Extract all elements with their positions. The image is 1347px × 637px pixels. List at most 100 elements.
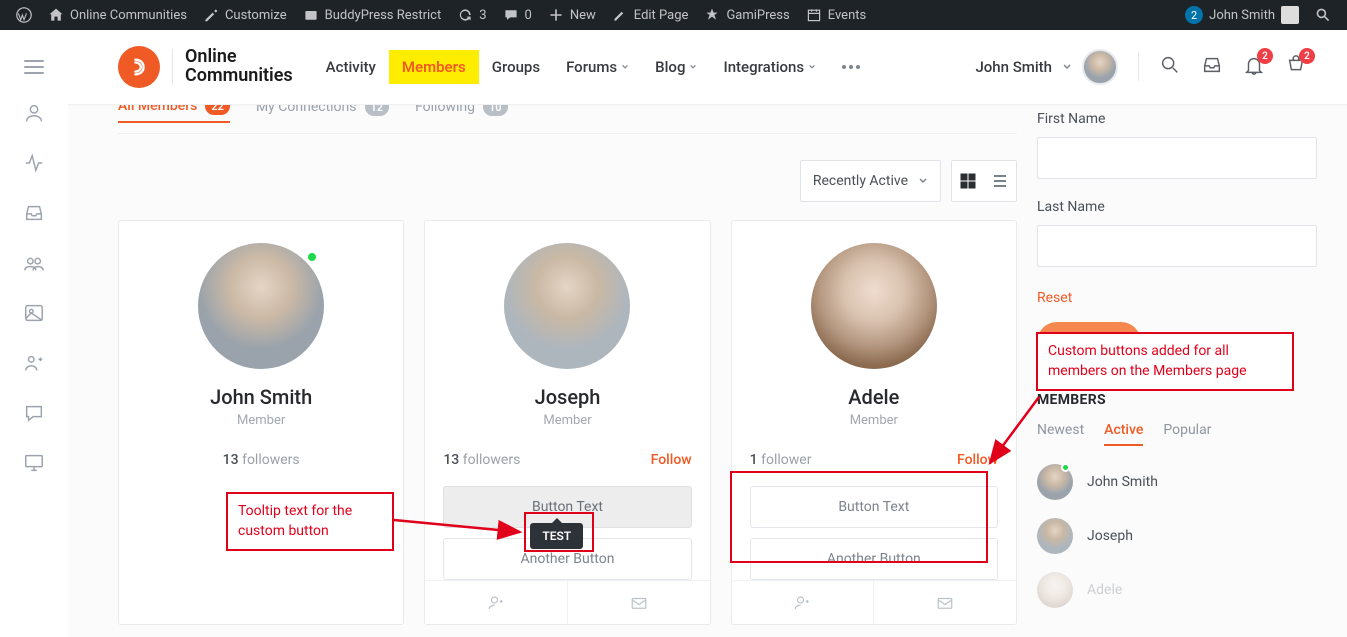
connections-icon[interactable] [23, 352, 45, 374]
wp-logo[interactable] [8, 0, 40, 30]
online-status-icon [1061, 463, 1070, 472]
card-footer [425, 580, 709, 624]
widget-member-name: John Smith [1087, 474, 1158, 490]
search-button[interactable] [1159, 54, 1181, 80]
widget-member-row[interactable]: Joseph [1037, 518, 1317, 554]
list-view-button[interactable] [984, 160, 1016, 202]
nav-activity[interactable]: Activity [313, 50, 389, 84]
chevron-down-icon [1062, 62, 1072, 72]
admin-search[interactable] [1307, 0, 1339, 30]
widget-tab-active[interactable]: Active [1104, 422, 1143, 446]
admin-user-menu[interactable]: 2 John Smith [1177, 0, 1307, 30]
widget-member-avatar [1037, 464, 1073, 500]
last-name-input[interactable] [1037, 225, 1317, 267]
member-avatar[interactable] [811, 243, 937, 369]
wp-admin-bar: Online Communities Customize BuddyPress … [0, 0, 1347, 30]
header-avatar [1082, 49, 1118, 85]
message-button[interactable] [567, 581, 710, 624]
activity-icon[interactable] [23, 152, 45, 174]
widget-member-row[interactable]: Adele [1037, 572, 1317, 608]
view-toggle [951, 160, 1017, 202]
button-tooltip: TEST [530, 523, 583, 549]
admin-bar-left: Online Communities Customize BuddyPress … [8, 0, 874, 30]
display-icon[interactable] [23, 452, 45, 474]
groups-icon[interactable] [23, 252, 45, 274]
custom-button-1[interactable]: Button Text [750, 486, 998, 528]
edit-page-link[interactable]: Edit Page [604, 0, 697, 30]
tab-my-connections[interactable]: My Connections12 [256, 105, 389, 122]
grid-view-button[interactable] [952, 160, 984, 202]
card-footer [732, 580, 1016, 624]
widget-tab-newest[interactable]: Newest [1037, 422, 1084, 446]
add-friend-button[interactable] [732, 581, 874, 624]
nav-more[interactable] [829, 57, 873, 77]
custom-buttons: Button Text Another Button [750, 486, 998, 580]
inbox-icon[interactable] [23, 202, 45, 224]
custom-button-2[interactable]: Another Button [750, 538, 998, 580]
widget-member-name: Joseph [1087, 528, 1133, 544]
admin-avatar [1281, 6, 1299, 24]
header-right: John Smith 2 2 [975, 49, 1307, 85]
member-name[interactable]: John Smith [210, 385, 312, 409]
custom-button-1[interactable]: Button Text [443, 486, 691, 528]
cart-badge: 2 [1299, 48, 1315, 64]
bp-restrict-link[interactable]: BuddyPress Restrict [295, 0, 450, 30]
members-widget-title: MEMBERS [1037, 392, 1317, 408]
hamburger-menu[interactable] [24, 60, 44, 74]
tab-all-members[interactable]: All Members22 [118, 105, 230, 123]
new-link[interactable]: New [540, 0, 604, 30]
member-card: John Smith Member 13 followers [118, 220, 404, 625]
follow-button[interactable]: Follow [957, 452, 998, 468]
nav-members[interactable]: Members [389, 50, 479, 84]
member-avatar[interactable] [198, 243, 324, 369]
messages-icon[interactable] [23, 402, 45, 424]
member-role: Member [543, 413, 591, 428]
gamipress-link[interactable]: GamiPress [696, 0, 797, 30]
admin-bar-right: 2 John Smith [1177, 0, 1339, 30]
widget-member-name: Adele [1087, 582, 1122, 598]
site-name-link[interactable]: Online Communities [40, 0, 195, 30]
chevron-down-icon [918, 176, 928, 186]
nav-integrations[interactable]: Integrations [710, 50, 829, 84]
sort-select[interactable]: Recently Active [800, 160, 941, 202]
add-friend-button[interactable] [425, 581, 567, 624]
message-button[interactable] [873, 581, 1016, 624]
widget-member-avatar [1037, 572, 1073, 608]
site-logo[interactable]: OnlineCommunities [118, 46, 293, 88]
profile-icon[interactable] [23, 102, 45, 124]
notifications-button[interactable]: 2 [1243, 54, 1265, 80]
member-role: Member [237, 413, 285, 428]
tab-following[interactable]: Following10 [415, 105, 507, 122]
customize-link[interactable]: Customize [195, 0, 295, 30]
reset-link[interactable]: Reset [1037, 290, 1072, 306]
logo-mark-icon [118, 46, 160, 88]
media-icon[interactable] [23, 302, 45, 324]
member-name[interactable]: Joseph [535, 385, 601, 409]
widget-member-avatar [1037, 518, 1073, 554]
member-card: Joseph Member 13 followers Follow Button… [424, 220, 710, 625]
inbox-button[interactable] [1201, 54, 1223, 80]
primary-nav: Activity Members Groups Forums Blog Inte… [313, 50, 873, 84]
members-toolbar: Recently Active [118, 160, 1017, 202]
followers-row: 1 follower Follow [750, 452, 998, 468]
follow-button[interactable]: Follow [651, 452, 692, 468]
updates-link[interactable]: 3 [449, 0, 494, 30]
widget-member-row[interactable]: John Smith [1037, 464, 1317, 500]
nav-groups[interactable]: Groups [479, 50, 553, 84]
member-tabs: All Members22 My Connections12 Following… [118, 105, 1017, 125]
notification-badge: 2 [1257, 48, 1273, 64]
logo-text: OnlineCommunities [185, 48, 293, 86]
first-name-input[interactable] [1037, 137, 1317, 179]
events-link[interactable]: Events [798, 0, 874, 30]
nav-blog[interactable]: Blog [642, 50, 710, 84]
last-name-label: Last Name [1037, 199, 1317, 215]
nav-forums[interactable]: Forums [553, 50, 642, 84]
first-name-label: First Name [1037, 111, 1317, 127]
comments-link[interactable]: 0 [495, 0, 540, 30]
cart-button[interactable]: 2 [1285, 54, 1307, 80]
member-avatar[interactable] [504, 243, 630, 369]
member-card: Adele Member 1 follower Follow Button Te… [731, 220, 1017, 625]
header-user-menu[interactable]: John Smith [975, 49, 1118, 85]
widget-tab-popular[interactable]: Popular [1163, 422, 1211, 446]
member-name[interactable]: Adele [848, 385, 899, 409]
